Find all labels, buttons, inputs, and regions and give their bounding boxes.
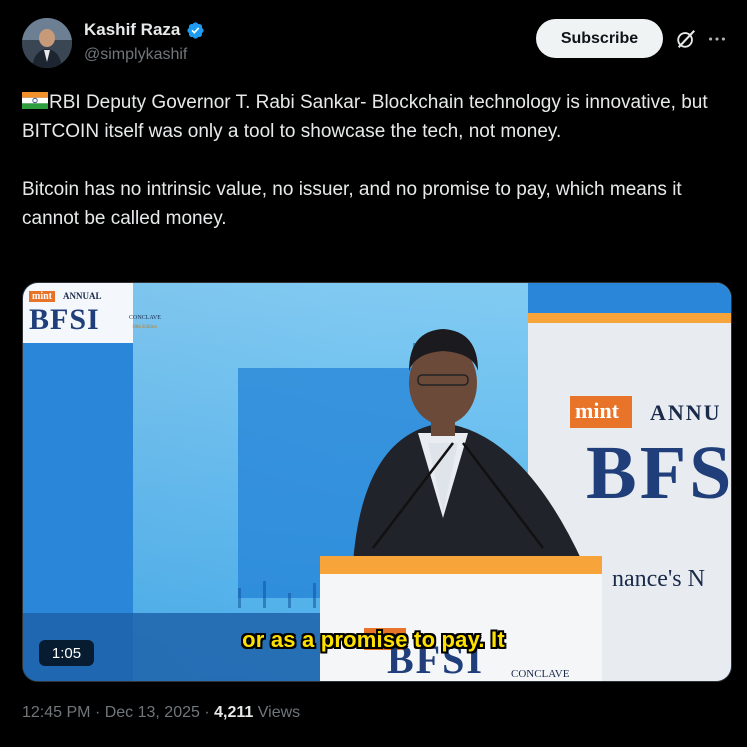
meta-separator: · [94,704,101,721]
right-banner-annual: ANNU [650,400,722,425]
views-count[interactable]: 4,211 [214,704,253,721]
tweet-text: RBI Deputy Governor T. Rabi Sankar- Bloc… [22,88,722,233]
video-duration-badge: 1:05 [39,640,94,666]
left-banner: mint ANNUAL BFSI CONCLAVE 18th Edition [29,289,161,339]
right-banner-title: BFS [586,431,731,515]
avatar[interactable] [22,18,72,68]
grok-icon[interactable] [675,28,697,50]
video-caption: or as a promise to pay. It [242,627,505,652]
author-handle[interactable]: @simplykashif [84,46,187,64]
author-name[interactable]: Kashif Raza [84,20,180,40]
verified-badge-icon[interactable] [186,21,205,40]
meta-separator: · [204,704,210,721]
right-banner-brand: mint [575,398,619,423]
left-banner-brand: mint [29,291,55,302]
tweet: Kashif Raza @simplykashif Subscribe RBI … [0,0,747,747]
left-banner-edition: 18th Edition [132,325,157,330]
more-options-icon[interactable] [706,28,728,50]
left-banner-title: BFSI [29,303,100,336]
podium-conclave: CONCLAVE [511,668,570,680]
left-banner-conclave: CONCLAVE [129,315,161,321]
subscribe-button[interactable]: Subscribe [536,19,663,58]
tweet-paragraph-1: RBI Deputy Governor T. Rabi Sankar- Bloc… [22,88,722,146]
tweet-meta: 12:45 PM · Dec 13, 2025 · 4,211 Views [22,704,300,722]
views-label[interactable]: Views [258,704,300,721]
tweet-paragraph-2: Bitcoin has no intrinsic value, no issue… [22,179,682,229]
tweet-date[interactable]: Dec 13, 2025 [105,704,200,721]
video-player[interactable]: mint ANNUAL BFSI CONCLAVE 18th Edition m… [22,282,732,682]
tweet-paragraph-1-text: RBI Deputy Governor T. Rabi Sankar- Bloc… [22,92,708,142]
right-banner-tagline: nance's N [612,566,705,592]
india-flag-icon [22,89,48,109]
tweet-time[interactable]: 12:45 PM [22,704,90,721]
right-banner: mint ANNU BFS nance's N [528,378,731,618]
author-name-row: Kashif Raza [84,20,205,40]
left-banner-annual: ANNUAL [63,291,102,301]
